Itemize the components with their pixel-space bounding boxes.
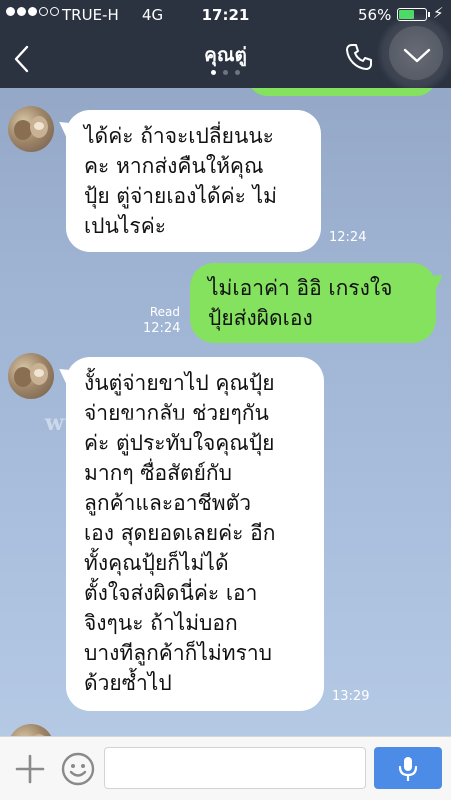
status-bar: TRUE-H 4G 17:21 56% ⚡︎ [0, 0, 451, 30]
message-time: 12:24 [143, 321, 181, 336]
message-line: ด้วยซ้ำไป [84, 671, 172, 695]
message-line: ทั้งคุณปุ้ยก็ไม่ได้ [84, 551, 229, 575]
message-line: เอง สุดยอดเลยค่ะ อีก [84, 521, 276, 545]
avatar[interactable] [8, 106, 54, 152]
message-line: คะ หากส่งคืนให้คุณ [84, 154, 264, 178]
message-line: ปุ้ยส่งผิดเอง [208, 306, 313, 330]
outgoing-message-bubble[interactable]: ไม่เอาค่า อิอิ เกรงใจ ปุ้ยส่งผิดเอง [190, 263, 436, 343]
plus-icon[interactable] [14, 753, 46, 785]
message-line: บางทีลูกค้าก็ไม่ทราบ [84, 641, 273, 665]
message-line: ปุ้ย ตู่จ่ายเองได้ค่ะ ไม่ [84, 184, 277, 208]
chat-header: คุณตู่ [0, 14, 451, 92]
chat-messages[interactable]: ได้ค่ะ ถ้าจะเปลี่ยนนะ คะ หากส่งคืนให้คุณ… [0, 88, 451, 736]
message-line: ตั้งใจส่งผิดนี่ค่ะ เอา [84, 581, 258, 605]
message-input[interactable] [104, 747, 366, 789]
page-dot [211, 70, 216, 75]
chevron-down-icon [403, 48, 431, 63]
avatar[interactable] [8, 353, 54, 399]
previous-outgoing-bubble [248, 88, 436, 96]
message-line: เปนไรค่ะ [84, 214, 167, 238]
voice-message-button[interactable] [374, 747, 442, 789]
avatar[interactable] [8, 724, 54, 736]
message-line: งั้นตู่จ่ายขาไป คุณปุ้ย [84, 371, 275, 395]
message-line: มากๆ ซื่อสัตย์กับ [84, 461, 232, 485]
page-dot [223, 70, 228, 75]
emoji-icon[interactable] [60, 751, 96, 787]
message-line: จิงๆนะ ถ้าไม่บอก [84, 611, 238, 635]
message-line: ลูกค้าและอาชีพตัว [84, 491, 252, 515]
message-time: 13:29 [332, 689, 370, 704]
message-input-bar [0, 736, 451, 800]
message-line: ไม่เอาค่า อิอิ เกรงใจ [208, 276, 393, 300]
microphone-icon [398, 757, 418, 781]
phone-call-icon[interactable] [344, 42, 374, 72]
read-receipt: Read [149, 305, 180, 319]
incoming-message-bubble[interactable]: ได้ค่ะ ถ้าจะเปลี่ยนนะ คะ หากส่งคืนให้คุณ… [66, 110, 321, 252]
expand-menu-button[interactable] [377, 14, 451, 92]
watermark: www. g.com [45, 410, 200, 436]
message-line: ได้ค่ะ ถ้าจะเปลี่ยนนะ [84, 124, 274, 148]
page-dot [235, 70, 240, 75]
battery-percent: 56% [358, 6, 392, 24]
message-time: 12:24 [329, 230, 367, 245]
